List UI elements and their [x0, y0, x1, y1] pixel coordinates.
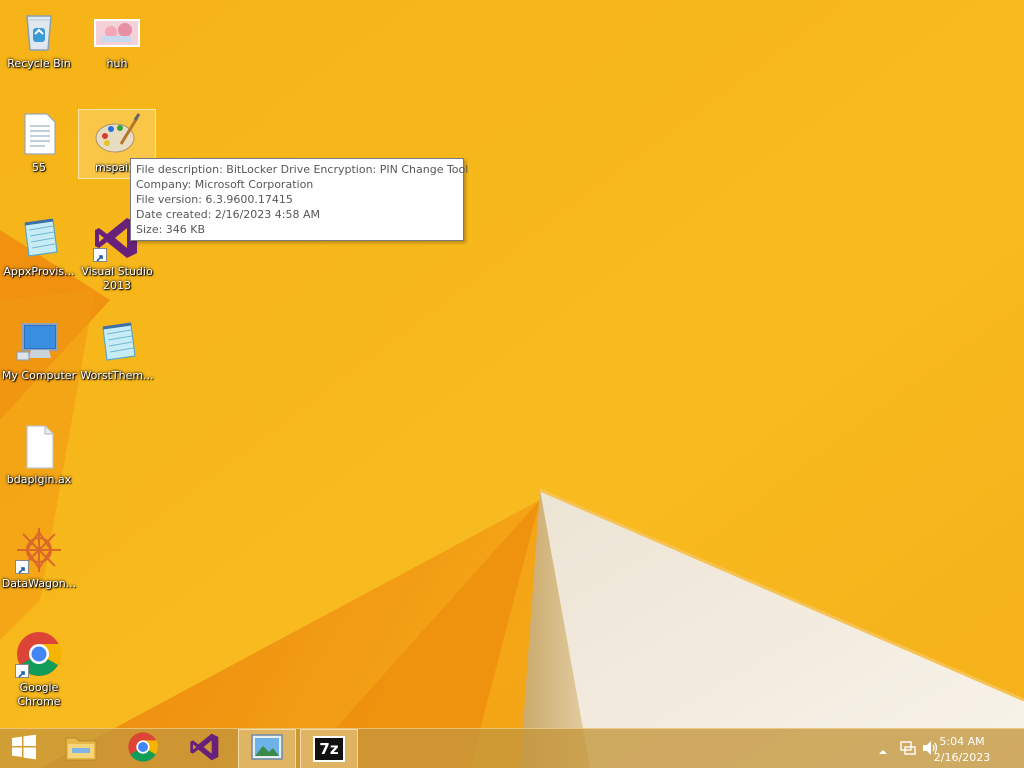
computer-icon [15, 318, 63, 366]
file-explorer-icon [64, 732, 98, 766]
desktop-icon-label: Visual Studio 2013 [81, 265, 153, 292]
taskbar-photo-viewer[interactable] [238, 729, 296, 768]
desktop-icon-label: My Computer [1, 369, 77, 382]
start-button[interactable] [0, 729, 48, 768]
desktop-icon-huh[interactable]: huh [78, 6, 156, 71]
desktop-icon-bdaplgin[interactable]: bdaplgin.ax [0, 422, 78, 487]
taskbar-file-explorer[interactable] [52, 729, 110, 768]
7zip-icon: 7z [313, 736, 345, 762]
tooltip-file-version: File version: 6.3.9600.17415 [136, 193, 293, 206]
chrome-icon [15, 630, 63, 678]
desktop-icon-label: mspaint [95, 161, 135, 174]
desktop-icon-label: WorstThem... [80, 369, 154, 382]
visual-studio-icon [189, 731, 221, 767]
tooltip-date-created: Date created: 2/16/2023 4:58 AM [136, 208, 321, 221]
desktop-icon-appxprovis[interactable]: AppxProvis... [0, 214, 78, 279]
desktop-icon-label: 55 [32, 161, 46, 174]
recycle-bin-icon [15, 6, 63, 54]
file-info-tooltip: File description: BitLocker Drive Encryp… [130, 158, 469, 241]
network-icon[interactable] [900, 740, 916, 760]
desktop-icon-recycle-bin[interactable]: Recycle Bin [0, 6, 78, 71]
show-hidden-icons-icon[interactable] [878, 742, 888, 761]
text-document-icon [15, 110, 63, 158]
taskbar-chrome[interactable] [114, 729, 172, 768]
notepad-icon [15, 214, 63, 262]
desktop-icon-label: bdaplgin.ax [6, 473, 72, 486]
taskbar: 7z 5:04 AM 2/16/2023 [0, 728, 1024, 768]
clock-time[interactable]: 5:04 AM [922, 735, 1002, 748]
tooltip-size: Size: 346 KB [136, 223, 206, 236]
star-burst-icon [15, 526, 63, 574]
tooltip-company: Company: Microsoft Corporation [136, 178, 314, 191]
blank-file-icon [15, 422, 63, 470]
desktop-icon-label: DataWagon... [1, 577, 77, 590]
desktop-icon-55[interactable]: 55 [0, 110, 78, 175]
windows-start-icon [11, 734, 37, 764]
desktop-icon-datawagon[interactable]: DataWagon... [0, 526, 78, 591]
clock-date[interactable]: 2/16/2023 [922, 751, 1002, 764]
taskbar-7zip[interactable]: 7z [300, 729, 358, 768]
paint-palette-icon [93, 110, 141, 158]
shortcut-arrow-icon [15, 560, 29, 574]
chrome-icon [127, 731, 159, 767]
tooltip-file-description: File description: BitLocker Drive Encryp… [136, 163, 469, 176]
image-thumbnail-icon [93, 6, 141, 54]
shortcut-arrow-icon [93, 248, 107, 262]
desktop-icon-label: AppxProvis... [3, 265, 75, 278]
desktop-icon-label: huh [106, 57, 128, 70]
desktop-icon-label: Recycle Bin [7, 57, 71, 70]
7zip-label: 7z [319, 740, 339, 758]
taskbar-visual-studio[interactable] [176, 729, 234, 768]
desktop-icon-label: Google Chrome [17, 681, 61, 708]
desktop-icon-google-chrome[interactable]: Google Chrome [0, 630, 78, 709]
notepad-icon [93, 318, 141, 366]
system-tray: 5:04 AM 2/16/2023 [864, 729, 1024, 768]
desktop-icon-worstthem[interactable]: WorstThem... [78, 318, 156, 383]
shortcut-arrow-icon [15, 664, 29, 678]
photo-viewer-icon [251, 734, 283, 764]
desktop-icon-my-computer[interactable]: My Computer [0, 318, 78, 383]
